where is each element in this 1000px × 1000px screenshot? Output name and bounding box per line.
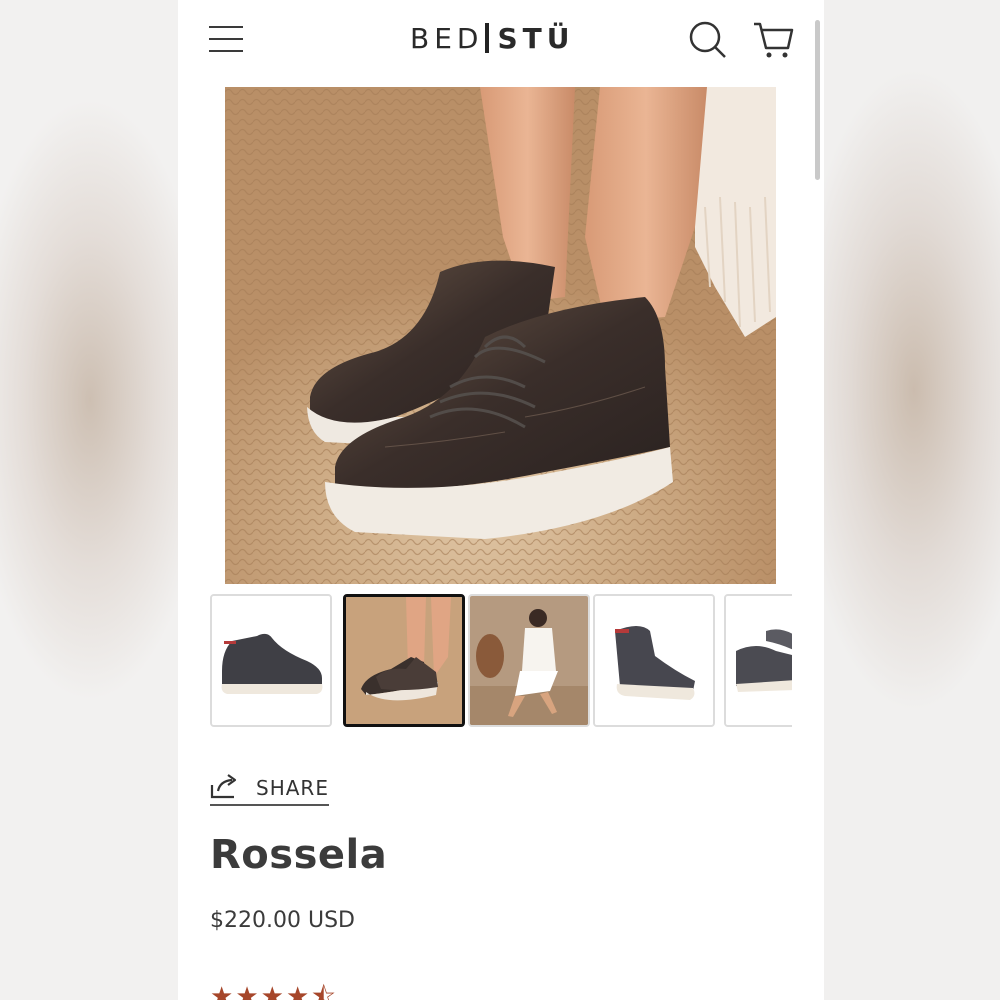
share-link[interactable]: SHARE: [210, 772, 329, 806]
star-icon: ★: [210, 981, 236, 1000]
product-page: BED STÜ SHARE Rossela $220.00 USD ★★★★⯪: [178, 0, 824, 1000]
logo-text-right: STÜ: [497, 22, 575, 55]
thumbnail-strip: [210, 594, 792, 730]
thumbnail-4[interactable]: [593, 594, 715, 727]
star-icon: ★: [235, 981, 261, 1000]
brand-logo[interactable]: BED STÜ: [410, 22, 574, 55]
menu-icon[interactable]: [209, 26, 243, 52]
logo-text-left: BED: [410, 22, 484, 55]
background-blur-right: [824, 0, 1000, 1000]
thumbnail-2[interactable]: [343, 594, 465, 727]
cart-icon[interactable]: [752, 20, 794, 60]
rating-stars[interactable]: ★★★★⯪: [210, 978, 338, 1000]
product-main-image[interactable]: [225, 87, 776, 584]
product-title: Rossela: [210, 832, 388, 878]
share-icon: [210, 773, 240, 804]
thumbnail-3[interactable]: [468, 594, 590, 727]
thumbnail-1[interactable]: [210, 594, 332, 727]
search-icon[interactable]: [688, 20, 728, 60]
star-icon: ★: [285, 981, 312, 1000]
share-label: SHARE: [256, 776, 329, 800]
scrollbar[interactable]: [815, 20, 820, 180]
thumbnail-5[interactable]: [724, 594, 792, 727]
background-blur-left: [0, 0, 178, 1000]
star-icon: ★: [260, 981, 286, 1000]
product-price: $220.00 USD: [210, 908, 355, 933]
site-header: BED STÜ: [178, 0, 824, 80]
half-star-icon: ⯪: [311, 981, 338, 1000]
